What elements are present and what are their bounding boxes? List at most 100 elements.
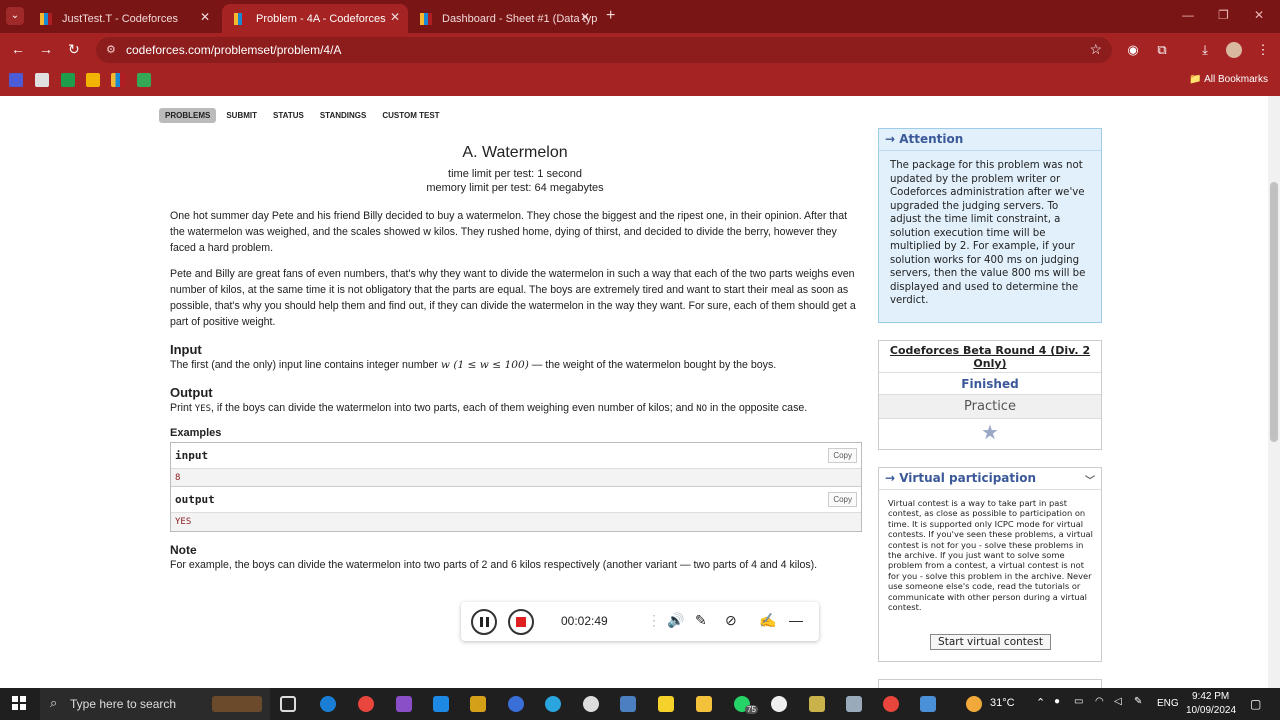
example-output-value: YES (171, 513, 861, 531)
app-icon[interactable] (920, 696, 936, 712)
scrollbar[interactable] (1268, 96, 1280, 688)
screen-recorder-bar: 00:02:49 ⋮ 🔊 ✎ ⊘ ✍ — (461, 602, 819, 641)
tab-dashboard[interactable]: Dashboard - Sheet #1 (Data typ ✕ (408, 4, 598, 33)
start-virtual-contest-button[interactable]: Start virtual contest (930, 634, 1051, 650)
file-explorer-icon[interactable] (696, 696, 712, 712)
language-indicator[interactable]: ENG (1157, 698, 1179, 709)
output-text: , if the boys can divide the watermelon … (211, 402, 697, 414)
example-input-value: 8 (171, 469, 861, 487)
visual-studio-icon[interactable] (396, 696, 412, 712)
copy-output-button[interactable]: Copy (828, 492, 857, 507)
tab-justtest[interactable]: JustTest.T - Codeforces ✕ (28, 4, 218, 33)
star-icon[interactable]: ★ (879, 419, 1101, 447)
stop-icon[interactable] (508, 609, 534, 635)
chrome-icon[interactable] (883, 696, 899, 712)
download-icon[interactable]: ⤓ (1197, 42, 1213, 58)
round-status: Finished (879, 373, 1101, 395)
copy-input-button[interactable]: Copy (828, 448, 857, 463)
close-icon[interactable]: ✕ (200, 10, 210, 24)
avatar[interactable] (1226, 42, 1242, 58)
clock-date[interactable]: 10/09/2024 (1186, 705, 1236, 716)
site-info-icon[interactable]: ⚙ (106, 43, 116, 56)
notifications-icon[interactable]: ▢ (1250, 697, 1261, 711)
chevron-down-icon[interactable]: ﹀ (1085, 472, 1095, 487)
vscode-icon[interactable] (433, 696, 449, 712)
tray-icon[interactable]: ▭ (1074, 696, 1083, 707)
chrome-icon[interactable] (358, 696, 374, 712)
puzzle-icon[interactable]: ⧉ (1154, 42, 1170, 58)
menu-status[interactable]: STATUS (267, 108, 310, 123)
round-mode: Practice (879, 395, 1101, 419)
camera-off-icon[interactable]: ⊘ (725, 612, 737, 629)
calculator-icon[interactable] (620, 696, 636, 712)
menu-standings[interactable]: STANDINGS (314, 108, 373, 123)
reload-icon[interactable]: ↻ (68, 41, 80, 58)
volume-icon[interactable]: ◁ (1114, 696, 1122, 707)
app-icon[interactable] (809, 696, 825, 712)
codeforces-bookmark-icon[interactable] (111, 73, 125, 87)
restore-icon[interactable]: ❐ (1218, 8, 1229, 22)
weather-icon[interactable] (966, 696, 982, 712)
minimize-icon[interactable]: — (1182, 8, 1194, 22)
sheets-icon[interactable] (61, 73, 75, 87)
app-icon[interactable] (846, 696, 862, 712)
extension-icon[interactable]: ◉ (1125, 42, 1141, 58)
app-icon[interactable] (508, 696, 524, 712)
output-no: NO (696, 404, 708, 414)
close-window-icon[interactable]: ✕ (1254, 8, 1264, 22)
attention-body: The package for this problem was not upd… (890, 160, 1086, 306)
pen-menu-icon[interactable]: ✎ (1134, 696, 1142, 707)
menu-custom-test[interactable]: CUSTOM TEST (376, 108, 445, 123)
app-icon[interactable] (583, 696, 599, 712)
tray-icon[interactable]: ● (1054, 696, 1060, 707)
all-bookmarks[interactable]: 📁 All Bookmarks (1189, 74, 1268, 85)
round-name-link[interactable]: Codeforces Beta Round 4 (Div. 2 Only) (879, 341, 1101, 373)
tab-search-icon[interactable]: ⌄ (6, 7, 24, 25)
menu-icon[interactable]: ⋮ (1255, 42, 1271, 58)
app-icon[interactable] (470, 696, 486, 712)
attention-title: → Attention (879, 129, 1101, 151)
new-tab-icon[interactable]: + (606, 7, 615, 25)
close-icon[interactable]: ✕ (390, 10, 400, 24)
address-bar[interactable]: ⚙ codeforces.com/problemset/problem/4/A … (96, 37, 1112, 63)
notification-badge: 75 (745, 705, 758, 714)
back-icon[interactable]: ← (11, 41, 25, 57)
chevron-up-icon[interactable]: ⌃ (1036, 696, 1045, 709)
clock-time[interactable]: 9:42 PM (1192, 691, 1229, 702)
app-icon[interactable] (771, 696, 787, 712)
apps-icon[interactable] (9, 73, 23, 87)
example-box: input Copy 8 output Copy YES (170, 442, 862, 532)
url-text[interactable]: codeforces.com/problemset/problem/4/A (126, 43, 341, 57)
forward-icon[interactable]: → (39, 41, 53, 57)
search-icon: ⌕ (50, 695, 58, 710)
close-icon[interactable]: ✕ (580, 10, 590, 24)
slides-icon[interactable] (86, 73, 100, 87)
scroll-thumb[interactable] (1270, 182, 1278, 442)
drive-icon[interactable] (137, 73, 151, 87)
recording-time: 00:02:49 (561, 614, 608, 628)
tab-problem-4a[interactable]: Problem - 4A - Codeforces ✕ (222, 4, 408, 33)
menu-problems[interactable]: PROBLEMS (159, 108, 217, 123)
virtual-title[interactable]: → Virtual participation ﹀ (879, 468, 1101, 490)
windows-start-icon[interactable] (12, 696, 26, 710)
mic-muted-icon[interactable]: ✎ (695, 612, 707, 629)
weather-temp[interactable]: 31°C (990, 697, 1015, 709)
task-view-icon[interactable] (280, 696, 296, 712)
wifi-icon[interactable]: ◠ (1095, 696, 1104, 707)
search-highlight-icon[interactable] (212, 696, 262, 712)
edge-icon[interactable] (320, 696, 336, 712)
telegram-icon[interactable] (545, 696, 561, 712)
pen-icon[interactable]: ✍ (759, 612, 776, 629)
speaker-icon[interactable]: 🔊 (667, 612, 684, 629)
pause-icon[interactable] (471, 609, 497, 635)
drag-handle-icon[interactable]: ⋮ (647, 612, 661, 629)
gmail-icon[interactable] (35, 73, 49, 87)
input-spec: The first (and the only) input line cont… (170, 357, 860, 373)
example-input-label: input (175, 449, 209, 462)
output-yes: YES (194, 404, 211, 414)
minimize-recorder-icon[interactable]: — (789, 612, 803, 628)
menu-submit[interactable]: SUBMIT (220, 108, 263, 123)
example-input-header: input Copy (171, 443, 861, 469)
sticky-notes-icon[interactable] (658, 696, 674, 712)
bookmark-star-icon[interactable]: ☆ (1089, 41, 1102, 58)
